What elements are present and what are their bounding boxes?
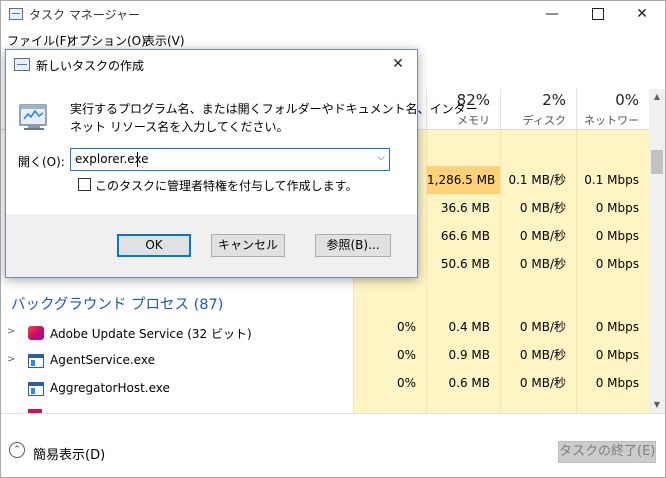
scroll-up-arrow-icon[interactable]: ▲ [649, 89, 665, 105]
column-header-network[interactable]: 0% ネットワーク [576, 89, 649, 143]
process-name: Adobe Update Service (32 ビット) [50, 327, 252, 341]
end-task-button[interactable]: タスクの終了(E) [558, 441, 656, 463]
admin-privileges-checkbox[interactable] [78, 178, 91, 191]
process-row[interactable]: > AgentService.exe [1, 347, 353, 375]
disk-percent: 2% [542, 91, 566, 109]
cell-memory: 36.6 MB [440, 201, 490, 215]
vertical-scrollbar[interactable]: ▲ ▼ [649, 89, 665, 413]
cell-cpu: 0% [396, 376, 416, 390]
run-program-icon [19, 104, 47, 130]
process-name: AgentService.exe [50, 353, 155, 367]
process-row[interactable]: AggregatorHost.exe [1, 375, 353, 403]
cell-memory: 66.6 MB [440, 229, 490, 243]
open-label: 開く(O): [18, 155, 65, 169]
browse-button[interactable]: 参照(B)... [315, 234, 391, 257]
maximize-button[interactable] [575, 1, 621, 29]
close-button[interactable]: ✕ [619, 1, 665, 29]
cell-disk: 0 MB/秒 [519, 348, 566, 362]
scroll-down-arrow-icon[interactable]: ▼ [649, 397, 665, 413]
ok-button[interactable]: OK [117, 234, 191, 257]
memory-column: 1,286.5 MB 36.6 MB 66.6 MB 50.6 MB 0.4 M… [426, 130, 500, 413]
dialog-title: 新しいタスクの作成 [36, 59, 145, 73]
group-header-background-processes[interactable]: バックグラウンド プロセス (87) [11, 293, 223, 314]
cell-memory: 0.4 MB [448, 320, 490, 334]
app-window-icon [28, 354, 44, 368]
cell-disk: 0 MB/秒 [519, 201, 566, 215]
minimize-button[interactable]: — [529, 1, 575, 29]
maximize-icon [592, 8, 604, 20]
process-row[interactable]: > Adobe Update Service (32 ビット) [1, 319, 353, 347]
dialog-close-button[interactable]: ✕ [383, 52, 413, 76]
window-title: タスク マネージャー [29, 8, 140, 22]
disk-column: 0.1 MB/秒 0 MB/秒 0 MB/秒 0 MB/秒 0 MB/秒 0 M… [500, 130, 576, 413]
chevron-down-icon[interactable]: ⌵ [377, 152, 385, 163]
expand-chevron-icon[interactable]: > [7, 326, 15, 337]
menu-options[interactable]: オプション(O) [67, 32, 146, 49]
dialog-title-bar[interactable]: 新しいタスクの作成 ✕ [6, 50, 417, 80]
title-bar[interactable]: タスク マネージャー — ✕ [1, 1, 665, 29]
cancel-button[interactable]: キャンセル [211, 234, 285, 257]
cell-disk: 0 MB/秒 [519, 257, 566, 271]
dialog-body: 実行するプログラム名、または開くフォルダーやドキュメント名、インター ネット リ… [6, 80, 478, 214]
dialog-message-line2: ネット リソース名を入力してください。 [70, 120, 289, 134]
cell-memory: 0.9 MB [448, 348, 490, 362]
app-window-icon [28, 382, 44, 396]
cell-disk: 0 MB/秒 [519, 376, 566, 390]
cell-network: 0 Mbps [595, 229, 639, 243]
disk-label: ディスク [522, 114, 566, 127]
menu-file[interactable]: ファイル(F) [7, 32, 71, 49]
cell-network: 0 Mbps [595, 376, 639, 390]
list-bottom-divider [1, 413, 665, 414]
open-combobox[interactable]: explorer.exe ⌵ [70, 148, 390, 171]
adobe-icon [28, 326, 44, 340]
admin-privileges-label[interactable]: このタスクに管理者特権を付与して作成します。 [95, 177, 357, 194]
footer-bar: ⌃ 簡易表示(D) タスクの終了(E) [1, 433, 665, 477]
chevron-up-circle-icon[interactable]: ⌃ [9, 442, 25, 458]
cell-cpu: 0% [396, 348, 416, 362]
cell-memory: 0.6 MB [448, 376, 490, 390]
cell-disk: 0 MB/秒 [519, 229, 566, 243]
network-column: 0.1 Mbps 0 Mbps 0 Mbps 0 Mbps 0 Mbps 0 M… [576, 130, 649, 413]
cell-memory: 1,286.5 MB [427, 166, 500, 194]
create-new-task-dialog: 新しいタスクの作成 ✕ 実行するプログラム名、または開くフォルダーやドキュメント… [5, 49, 478, 278]
run-dialog-icon [14, 58, 30, 71]
cell-network: 0 Mbps [595, 320, 639, 334]
cell-cpu: 0% [396, 320, 416, 334]
cell-network: 0.1 Mbps [584, 173, 639, 187]
network-percent: 0% [615, 91, 639, 109]
task-manager-icon [9, 8, 23, 20]
cell-disk: 0 MB/秒 [519, 320, 566, 334]
expand-chevron-icon[interactable]: > [7, 354, 15, 365]
cell-network: 0 Mbps [595, 201, 639, 215]
menu-view[interactable]: 表示(V) [143, 32, 185, 49]
column-header-disk[interactable]: 2% ディスク [500, 89, 576, 129]
cell-memory: 50.6 MB [440, 257, 490, 271]
menu-bar: ファイル(F) オプション(O) 表示(V) [1, 29, 665, 51]
cell-network: 0 Mbps [595, 348, 639, 362]
fewer-details-link[interactable]: 簡易表示(D) [33, 444, 105, 463]
dialog-message-line1: 実行するプログラム名、または開くフォルダーやドキュメント名、インター [70, 102, 478, 116]
scroll-thumb[interactable] [651, 150, 663, 174]
cell-disk: 0.1 MB/秒 [508, 173, 566, 187]
text-caret [137, 152, 138, 167]
cell-network: 0 Mbps [595, 257, 639, 271]
process-name: AggregatorHost.exe [50, 381, 170, 395]
